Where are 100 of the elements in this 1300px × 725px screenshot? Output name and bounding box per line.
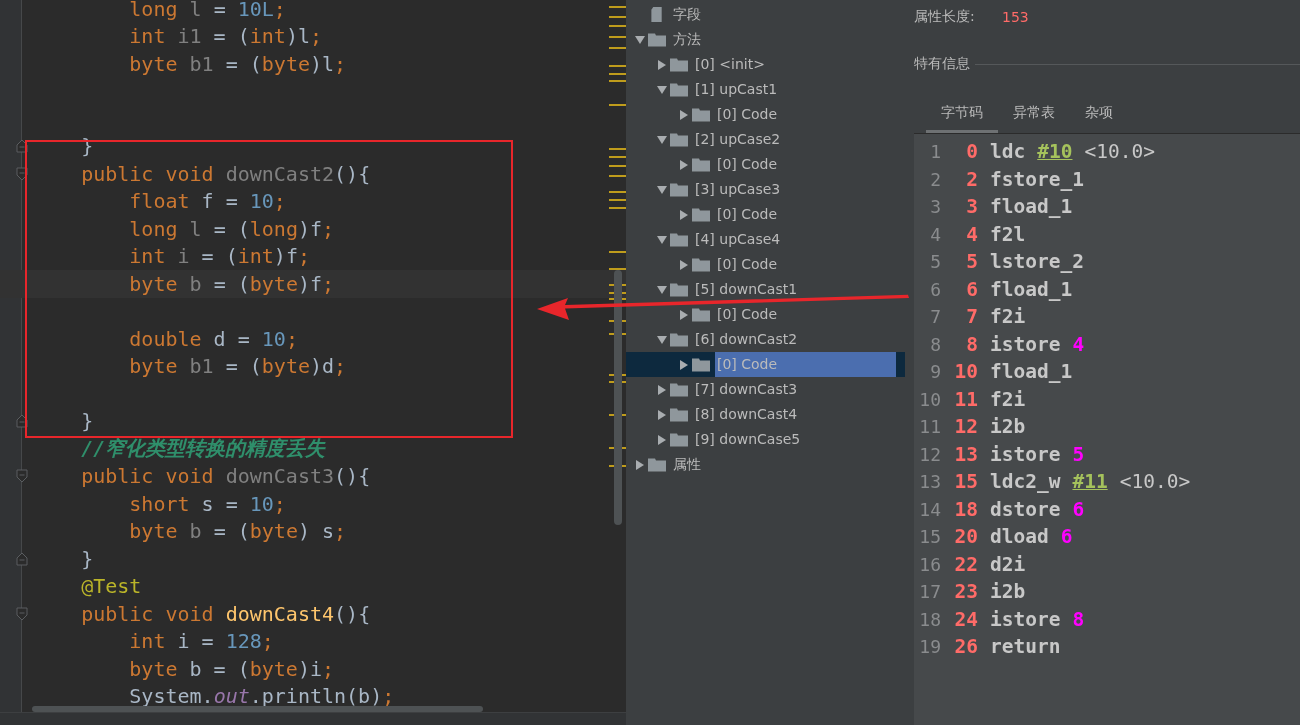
expand-arrow-icon[interactable] <box>678 108 690 121</box>
folder-icon <box>648 32 666 47</box>
scrollbar-thumb[interactable] <box>32 706 483 712</box>
code-line: byte b = (byte) s; <box>128 519 347 544</box>
tab[interactable]: 杂项 <box>1070 95 1128 133</box>
folder-icon <box>692 357 710 372</box>
instruction: istore <box>990 607 1061 631</box>
tree-item[interactable]: [2] upCase2 <box>656 131 781 148</box>
instruction: i2b <box>990 415 1026 439</box>
constant-value: <10.0> <box>1084 140 1155 164</box>
instruction: ldc <box>990 140 1026 164</box>
constant-link[interactable]: #11 <box>1072 470 1108 494</box>
instruction: fload_1 <box>990 360 1073 384</box>
tree-item[interactable]: [7] downCast3 <box>656 381 798 398</box>
code-line: } <box>80 409 94 434</box>
line-number: 9 <box>929 361 941 383</box>
line-number: 6 <box>929 278 941 300</box>
folder-icon <box>670 332 688 347</box>
bytecode-offset: 22 <box>953 552 978 576</box>
code-line: float f = 10; <box>128 189 286 214</box>
bytecode-offset: 20 <box>953 525 978 549</box>
scrollbar-thumb[interactable] <box>614 270 622 525</box>
folder-icon <box>670 57 688 72</box>
collapse-arrow-icon[interactable] <box>656 83 668 96</box>
tree-item[interactable]: [3] upCase3 <box>656 181 781 198</box>
collapse-arrow-icon[interactable] <box>656 333 668 346</box>
code-line: long l = 10L; <box>128 0 286 21</box>
instruction: f2i <box>990 305 1026 329</box>
tree-item[interactable]: [0] <init> <box>656 56 765 73</box>
code-line: byte b = (byte)f; <box>128 271 335 296</box>
collapse-arrow-icon[interactable] <box>634 33 646 46</box>
tree-item[interactable]: 字段 <box>634 6 701 23</box>
bytecode-offset: 26 <box>953 635 978 659</box>
tree-item[interactable]: [5] downCast1 <box>656 281 798 298</box>
line-number: 3 <box>929 196 941 218</box>
code-line: //窄化类型转换的精度丢失 <box>80 435 326 463</box>
tree-item[interactable]: [0] Code <box>678 256 778 273</box>
tree-item[interactable]: [0] Code <box>678 306 778 323</box>
line-number: 13 <box>918 471 941 493</box>
folder-icon <box>692 257 710 272</box>
bytecode-offset: 12 <box>953 415 978 439</box>
code-line: double d = 10; <box>128 326 298 351</box>
tree-item[interactable]: 属性 <box>634 456 701 473</box>
bytecode-offset: 8 <box>965 332 978 356</box>
expand-arrow-icon[interactable] <box>656 433 668 446</box>
expand-arrow-icon[interactable] <box>678 308 690 321</box>
code-line: int i = 128; <box>128 629 274 654</box>
constant-link[interactable]: #10 <box>1037 140 1073 164</box>
tree-item[interactable]: [8] downCast4 <box>656 406 798 423</box>
folder-icon <box>692 157 710 172</box>
folder-icon <box>670 432 688 447</box>
instruction: lstore_2 <box>990 250 1084 274</box>
expand-arrow-icon[interactable] <box>656 383 668 396</box>
folder-icon <box>648 457 666 472</box>
tree-item[interactable]: [4] upCase4 <box>656 231 781 248</box>
collapse-arrow-icon[interactable] <box>656 233 668 246</box>
expand-arrow-icon[interactable] <box>678 258 690 271</box>
bytecode-offset: 23 <box>953 580 978 604</box>
tree-item[interactable]: 方法 <box>634 31 701 48</box>
tree-item[interactable]: [0] Code <box>678 156 778 173</box>
line-number: 18 <box>918 608 941 630</box>
collapse-arrow-icon[interactable] <box>656 133 668 146</box>
fold-icon[interactable] <box>16 139 28 154</box>
local-index: 6 <box>1060 525 1073 549</box>
fold-icon[interactable] <box>16 414 28 429</box>
bytecode-offset: 5 <box>965 250 978 274</box>
local-index: 5 <box>1072 442 1085 466</box>
line-number: 1 <box>929 141 941 163</box>
expand-arrow-icon[interactable] <box>656 58 668 71</box>
tree-item[interactable]: [1] upCast1 <box>656 81 778 98</box>
expand-arrow-icon[interactable] <box>678 158 690 171</box>
bytecode-offset: 0 <box>965 140 978 164</box>
folder-icon <box>670 382 688 397</box>
expand-arrow-icon[interactable] <box>634 458 646 471</box>
instruction: istore <box>990 332 1061 356</box>
line-number: 7 <box>929 306 941 328</box>
expand-arrow-icon[interactable] <box>678 358 690 371</box>
tab[interactable]: 异常表 <box>998 95 1070 133</box>
line-number: 19 <box>918 636 941 658</box>
expand-arrow-icon[interactable] <box>656 408 668 421</box>
collapse-arrow-icon[interactable] <box>656 183 668 196</box>
instruction: dload <box>990 525 1049 549</box>
line-number: 10 <box>918 388 941 410</box>
tree-item[interactable]: [0] Code <box>678 206 778 223</box>
line-number: 14 <box>918 498 941 520</box>
line-number: 17 <box>918 581 941 603</box>
field-label: 属性长度: <box>914 8 976 26</box>
tree-item[interactable]: [6] downCast2 <box>656 331 798 348</box>
code-line: int i = (int)f; <box>128 244 310 269</box>
tree-item[interactable]: [9] downCase5 <box>656 431 801 448</box>
line-number: 5 <box>929 251 941 273</box>
code-line: byte b1 = (byte)l; <box>128 51 347 76</box>
collapse-arrow-icon[interactable] <box>656 283 668 296</box>
tree-item[interactable]: [0] Code <box>678 106 778 123</box>
code-line: byte b = (byte)i; <box>128 656 335 681</box>
instruction: fstore_1 <box>990 167 1084 191</box>
code-line: } <box>80 546 94 571</box>
fold-icon[interactable] <box>16 166 28 181</box>
line-number: 11 <box>918 416 941 438</box>
expand-arrow-icon[interactable] <box>678 208 690 221</box>
